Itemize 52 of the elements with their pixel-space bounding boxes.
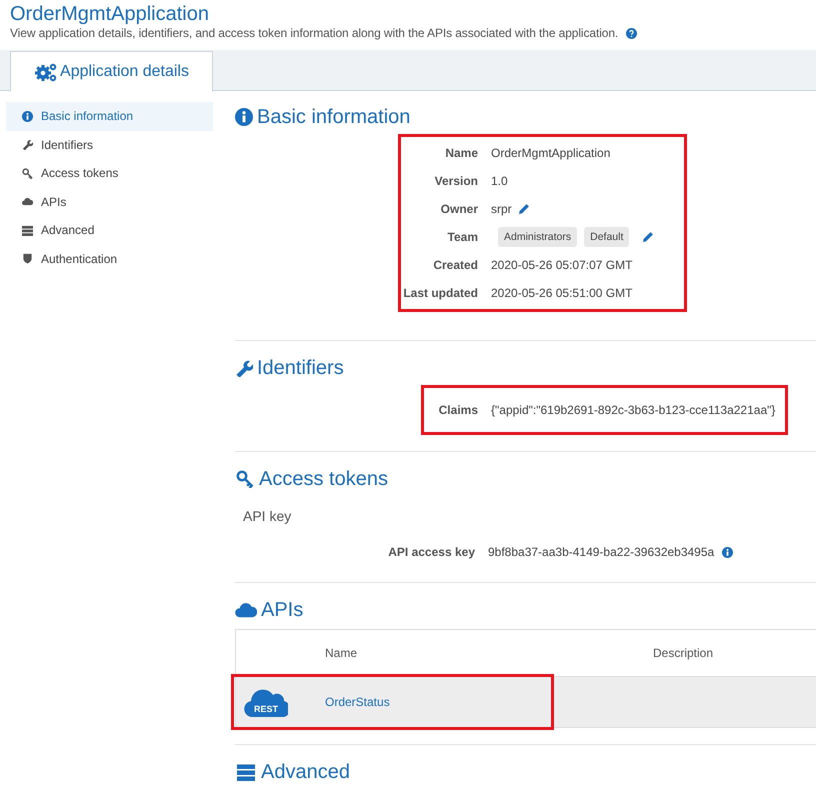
section-heading: Access tokens: [235, 452, 816, 494]
sidebar-item[interactable]: Access tokens: [6, 159, 213, 188]
section-heading: Basic information: [235, 102, 816, 132]
info-icon[interactable]: [722, 546, 734, 558]
info-icon: [22, 110, 33, 122]
cloud-icon: [22, 196, 33, 208]
field-value: {"appid":"619b2691-892c-3b63-b123-cce113a221aa"}: [491, 402, 776, 419]
field-value: 2020-05-26 05:07:07 GMT: [491, 258, 632, 272]
rest-cloud-icon: REST: [244, 687, 288, 717]
field-label: API access key: [387, 544, 475, 561]
sidebar-item[interactable]: Advanced: [6, 216, 213, 244]
server-icon: [235, 763, 257, 781]
column-header: Description: [652, 646, 714, 660]
field-value: 2020-05-26 05:51:00 GMT: [491, 286, 632, 300]
field-value: srpr: [491, 202, 512, 216]
sidebar-item[interactable]: Authentication: [6, 244, 213, 273]
section-heading: Advanced: [235, 745, 816, 787]
sidebar-item[interactable]: Basic information: [6, 102, 213, 130]
field-label: Team: [446, 229, 478, 246]
field-value: 9bf8ba37-aa3b-4149-ba22-39632eb3495a: [488, 545, 714, 559]
field-label: Name: [444, 145, 478, 162]
field-label: Owner: [440, 201, 478, 218]
help-icon[interactable]: [626, 28, 638, 38]
info-icon: [235, 108, 253, 126]
key-icon: [235, 470, 255, 488]
gears-icon: [34, 62, 58, 82]
field-label: Version: [434, 173, 478, 190]
page-title: OrderMgmtApplication: [10, 2, 210, 26]
section-heading: APIs: [235, 583, 816, 625]
field-label: Last updated: [402, 285, 478, 302]
tab[interactable]: Application details: [10, 51, 213, 92]
pencil-icon[interactable]: [518, 203, 530, 215]
field-label: Created: [432, 257, 478, 274]
server-icon: [22, 224, 33, 236]
wrench-icon: [22, 139, 33, 150]
section-heading: Identifiers: [235, 341, 816, 383]
page-description: View application details, identifiers, and access token information along with the APIs associated with the application.: [10, 26, 618, 40]
pencil-icon[interactable]: [642, 231, 654, 243]
sidebar-item[interactable]: APIs: [6, 188, 213, 216]
subheading: API key: [242, 507, 292, 524]
field-label: Claims: [438, 402, 478, 419]
field-value: OrderMgmtApplication: [491, 146, 610, 160]
shield-icon: [22, 253, 33, 264]
wrench-icon: [235, 359, 253, 377]
team-tag: Default: [584, 227, 630, 247]
column-header: Name: [324, 646, 358, 660]
cloud-icon: [235, 601, 257, 619]
team-tag: Administrators: [498, 227, 578, 247]
key-icon: [22, 168, 33, 179]
sidebar-item[interactable]: Identifiers: [6, 130, 213, 159]
api-name-link[interactable]: OrderStatus: [311, 695, 639, 709]
field-value: 1.0: [491, 174, 508, 188]
